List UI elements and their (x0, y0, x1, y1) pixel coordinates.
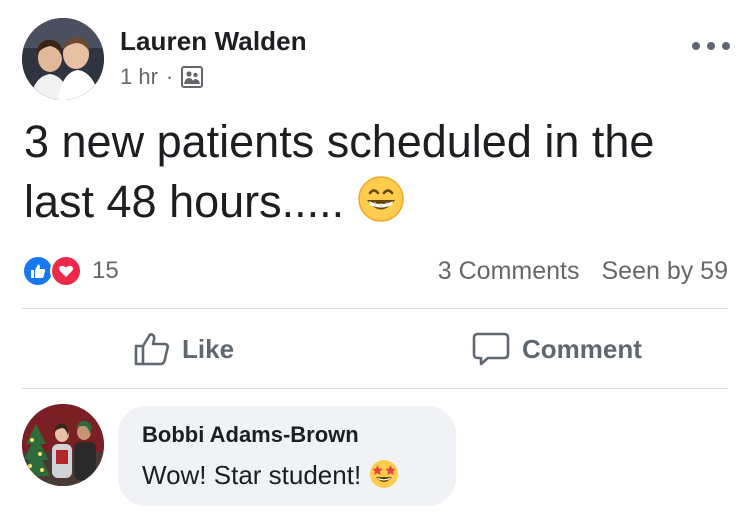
comment-label: Comment (522, 333, 642, 364)
friends-icon[interactable] (181, 66, 204, 88)
comment-item: Bobbi Adams-Brown Wow! Star student! (22, 404, 728, 508)
star-struck-emoji-icon (368, 458, 400, 497)
comment-text: Wow! Star student! (142, 458, 400, 497)
like-label: Like (182, 333, 235, 364)
author-avatar[interactable] (22, 18, 104, 100)
action-bar: Like Comment (22, 310, 728, 388)
divider (22, 308, 728, 309)
commenter-name[interactable]: Bobbi Adams-Brown (142, 422, 359, 448)
love-reaction-icon (50, 255, 82, 287)
reactions-row: 15 3 Comments Seen by 59 (22, 254, 728, 288)
ellipsis-icon[interactable] (692, 36, 730, 56)
author-name[interactable]: Lauren Walden (120, 26, 307, 57)
grinning-face-emoji-icon (357, 175, 405, 238)
post-timestamp[interactable]: 1 hr (120, 64, 158, 90)
reaction-count[interactable]: 15 (92, 257, 119, 285)
post-text-body: 3 new patients scheduled in the last 48 … (24, 116, 655, 227)
ellipsis-dot (722, 42, 730, 50)
like-button[interactable]: Like (134, 310, 234, 388)
commenter-avatar[interactable] (22, 404, 104, 486)
divider (22, 388, 728, 389)
post-stats: 3 Comments Seen by 59 (438, 257, 728, 286)
comment-bubble-icon (472, 332, 510, 366)
comments-count-link[interactable]: 3 Comments (438, 257, 580, 286)
post-meta: 1 hr · (120, 64, 204, 90)
post-header: Lauren Walden 1 hr · (22, 18, 732, 102)
comment-text-body: Wow! Star student! (142, 460, 362, 490)
reaction-icons[interactable] (22, 255, 88, 287)
post-text: 3 new patients scheduled in the last 48 … (24, 112, 714, 238)
comment-button[interactable]: Comment (472, 310, 642, 388)
ellipsis-dot (692, 42, 700, 50)
thumbs-up-icon (134, 333, 170, 366)
seen-by-count[interactable]: Seen by 59 (602, 257, 729, 286)
ellipsis-dot (707, 42, 715, 50)
meta-separator: · (165, 64, 174, 89)
comment-bubble: Bobbi Adams-Brown Wow! Star student! (118, 406, 456, 506)
